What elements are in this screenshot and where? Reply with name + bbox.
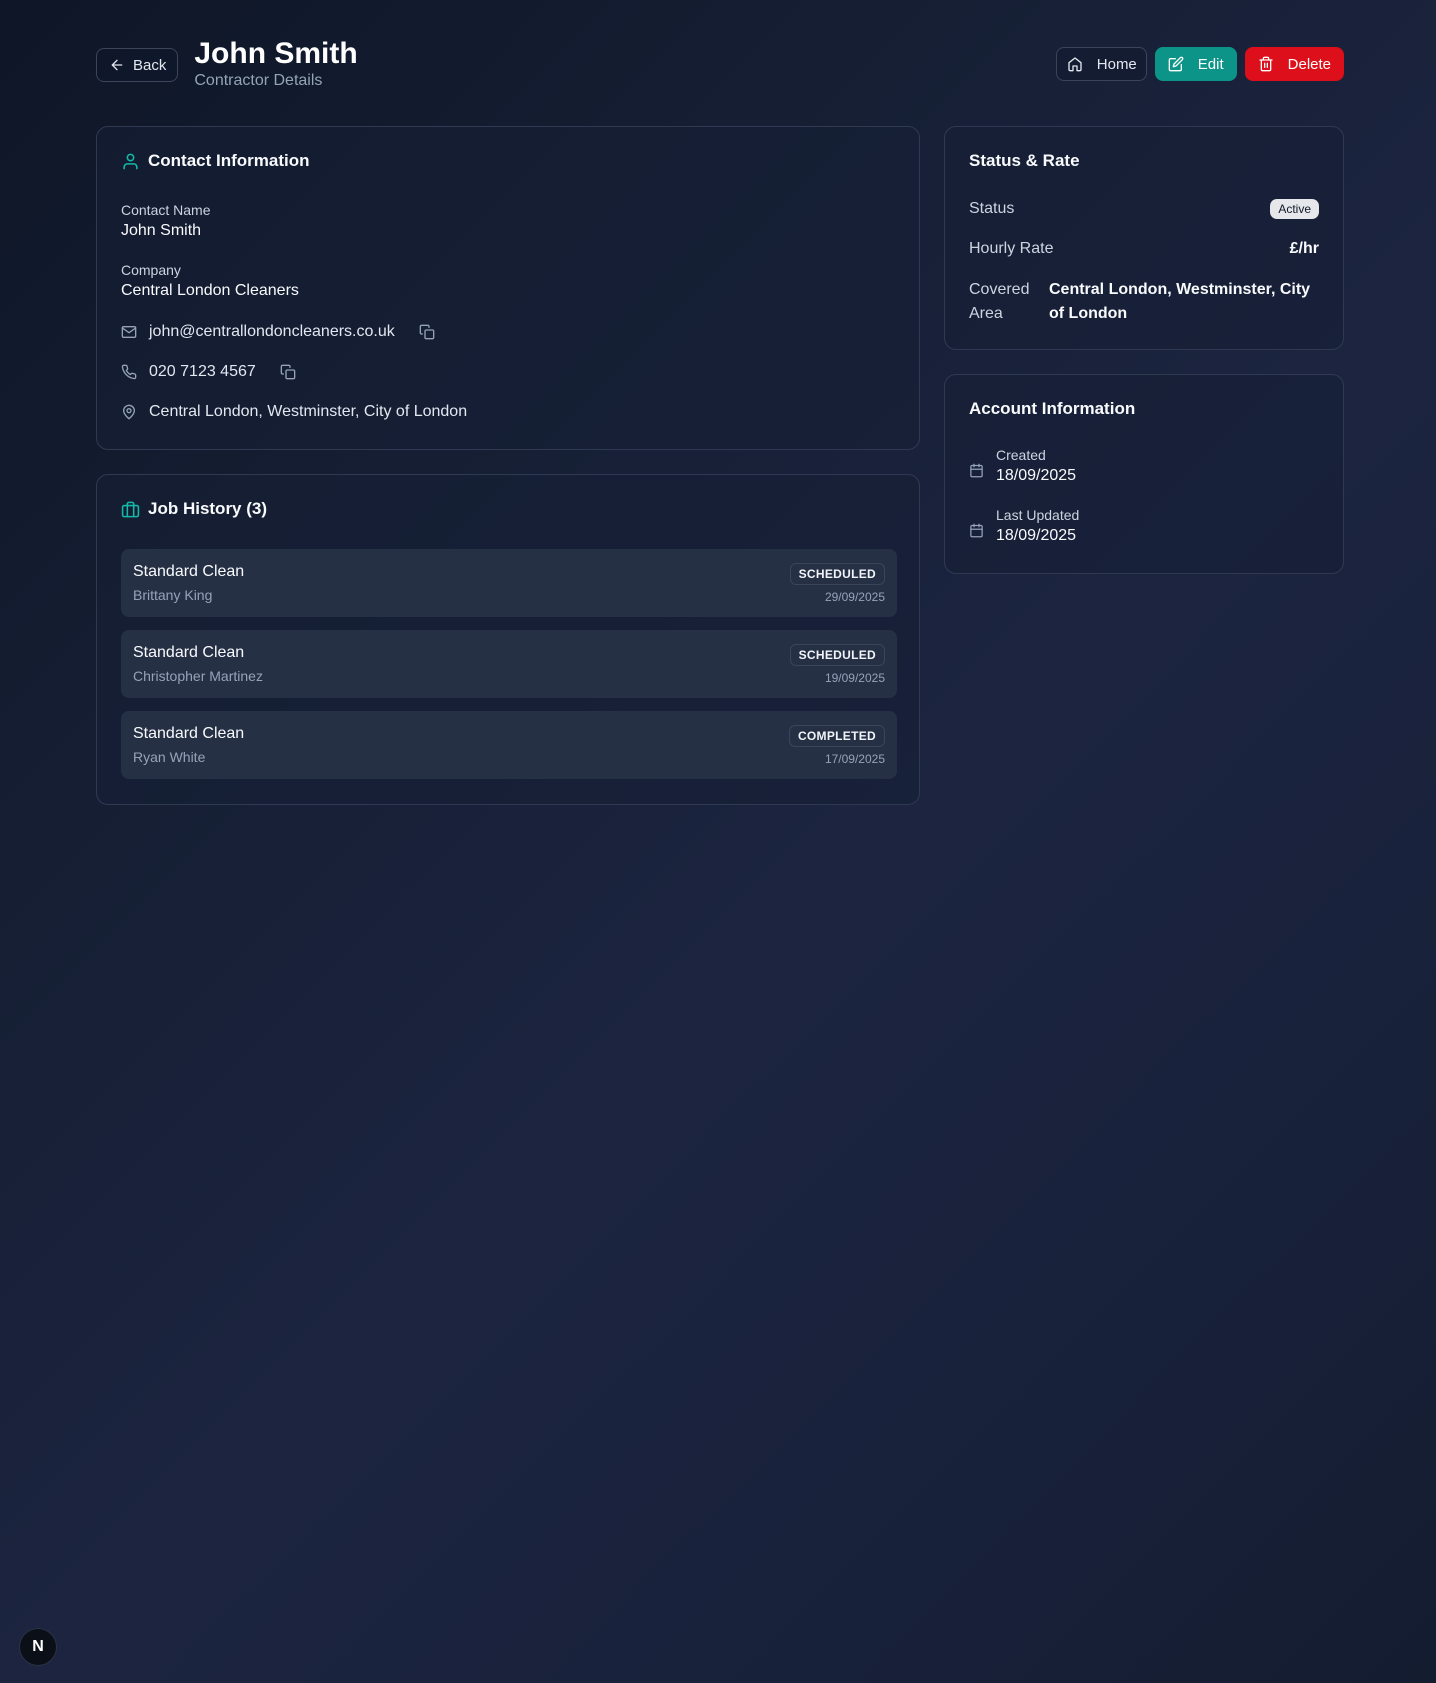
header-left: Back John Smith Contractor Details xyxy=(96,36,358,90)
job-status-badge: SCHEDULED xyxy=(789,563,885,585)
home-button[interactable]: Home xyxy=(1055,47,1147,81)
job-title: Standard Clean xyxy=(133,644,245,661)
job-date: 19/09/2025 xyxy=(824,671,885,685)
job-client: Brittany King xyxy=(133,587,213,603)
nextjs-logo: N xyxy=(32,1638,44,1655)
job-history-card: Job History (3) Standard Clean Brittany … xyxy=(96,474,920,805)
copy-email-icon[interactable] xyxy=(419,324,435,340)
last-updated-value: 18/09/2025 xyxy=(996,527,1077,544)
job-date: 17/09/2025 xyxy=(824,752,885,766)
created-label: Created xyxy=(996,447,1046,463)
home-label: Home xyxy=(1096,55,1137,73)
back-label: Back xyxy=(133,56,167,74)
job-status-badge: SCHEDULED xyxy=(789,644,885,666)
phone-value: 020 7123 4567 xyxy=(149,363,256,380)
copy-phone-icon[interactable] xyxy=(280,364,296,380)
title-block: John Smith Contractor Details xyxy=(194,36,357,90)
arrow-left-icon xyxy=(111,59,123,71)
delete-label: Delete xyxy=(1287,55,1331,73)
page-header: Back John Smith Contractor Details Home … xyxy=(96,36,1344,96)
edit-icon xyxy=(1168,56,1184,72)
job-client: Christopher Martinez xyxy=(133,668,263,684)
user-icon xyxy=(123,153,138,169)
covered-area-label: Covered Area xyxy=(969,278,1039,326)
calendar-icon xyxy=(970,463,983,478)
covered-area-label-line1: Covered xyxy=(969,281,1030,298)
job-history-title-text: Job History (3) xyxy=(148,499,268,518)
covered-area-value: Central London, Westminster, City of Lon… xyxy=(1049,281,1311,322)
calendar-icon xyxy=(970,523,983,538)
hourly-rate-label: Hourly Rate xyxy=(969,240,1054,257)
company-field: Company Central London Cleaners xyxy=(121,262,299,300)
phone-row: 020 7123 4567 xyxy=(121,363,296,381)
job-date: 29/09/2025 xyxy=(824,590,885,604)
created-value: 18/09/2025 xyxy=(996,467,1077,484)
account-information-card: Account Information Created 18/09/2025 L… xyxy=(944,374,1344,574)
page-title: John Smith xyxy=(194,37,358,70)
map-pin-icon xyxy=(123,404,135,420)
status-badge: Active xyxy=(1270,199,1319,219)
job-item[interactable]: Standard Clean Christopher Martinez SCHE… xyxy=(121,630,897,698)
email-row: john@centrallondoncleaners.co.uk xyxy=(121,323,435,341)
contact-name-value: John Smith xyxy=(121,222,202,239)
edit-button[interactable]: Edit xyxy=(1154,47,1237,81)
job-status-badge: COMPLETED xyxy=(788,725,885,747)
mail-icon xyxy=(121,326,137,338)
edit-label: Edit xyxy=(1197,55,1224,73)
status-label: Status xyxy=(969,200,1015,217)
trash-icon xyxy=(1258,56,1273,72)
address-row: Central London, Westminster, City of Lon… xyxy=(121,403,467,421)
last-updated-label: Last Updated xyxy=(996,507,1080,523)
email-value: john@centrallondoncleaners.co.uk xyxy=(149,323,395,340)
company-label: Company xyxy=(121,262,181,278)
address-value: Central London, Westminster, City of Lon… xyxy=(149,403,468,420)
last-updated-row: Last Updated 18/09/2025 xyxy=(969,507,1079,545)
phone-icon xyxy=(121,364,137,380)
header-actions: Home Edit Delete xyxy=(1055,47,1344,81)
account-info-title: Account Information xyxy=(969,399,1136,418)
nextjs-devtools-button[interactable]: N xyxy=(20,1629,56,1665)
contact-card-title: Contact Information xyxy=(121,151,310,171)
contractor-details-page: Back John Smith Contractor Details Home … xyxy=(96,36,1344,96)
job-item[interactable]: Standard Clean Brittany King SCHEDULED 2… xyxy=(121,549,897,617)
contact-card-title-text: Contact Information xyxy=(148,151,310,170)
home-icon xyxy=(1068,57,1082,72)
job-title: Standard Clean xyxy=(133,725,245,742)
job-title: Standard Clean xyxy=(133,563,245,580)
status-rate-title: Status & Rate xyxy=(969,151,1080,170)
job-item[interactable]: Standard Clean Ryan White COMPLETED 17/0… xyxy=(121,711,897,779)
contact-information-card: Contact Information Contact Name John Sm… xyxy=(96,126,920,450)
job-client: Ryan White xyxy=(133,749,206,765)
page-subtitle: Contractor Details xyxy=(194,72,323,89)
covered-area-label-line2: Area xyxy=(969,305,1003,322)
company-value: Central London Cleaners xyxy=(121,282,299,299)
contact-name-label: Contact Name xyxy=(121,202,211,218)
delete-button[interactable]: Delete xyxy=(1244,47,1344,81)
job-history-title: Job History (3) xyxy=(121,499,267,519)
back-button[interactable]: Back xyxy=(96,48,179,82)
briefcase-icon xyxy=(121,501,140,517)
contact-name-field: Contact Name John Smith xyxy=(121,202,210,240)
hourly-rate-value: £/hr xyxy=(1289,240,1319,257)
status-rate-card: Status & Rate Status Active Hourly Rate … xyxy=(944,126,1344,350)
hourly-rate-row: Hourly Rate £/hr xyxy=(969,240,1319,258)
created-row: Created 18/09/2025 xyxy=(969,447,1076,485)
status-row: Status Active xyxy=(969,199,1319,219)
